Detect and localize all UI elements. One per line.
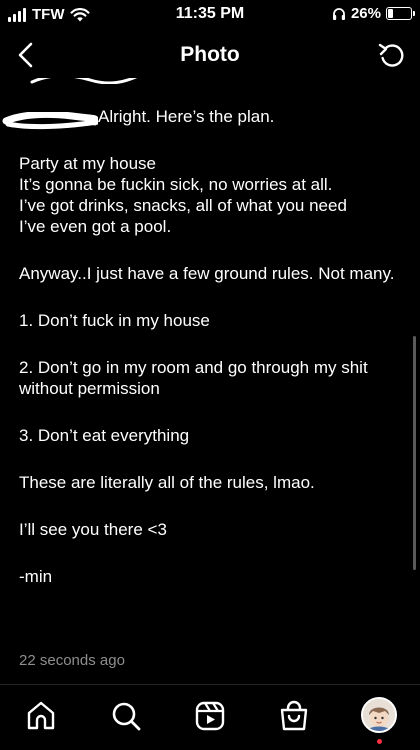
post-line: Party at my house	[19, 154, 157, 173]
battery-percent: 26%	[350, 5, 381, 22]
shop-icon[interactable]	[277, 699, 311, 733]
page-title: Photo	[180, 43, 240, 66]
search-icon[interactable]	[109, 699, 143, 733]
notification-dot	[377, 739, 382, 744]
reels-icon[interactable]	[193, 699, 227, 733]
home-icon[interactable]	[24, 699, 58, 733]
post-spacer	[19, 446, 409, 472]
headphones-icon	[332, 7, 345, 20]
avatar-image	[363, 699, 395, 731]
post-spacer	[19, 399, 409, 425]
post-line: I’ve even got a pool.	[19, 217, 172, 236]
profile-avatar[interactable]	[361, 697, 397, 733]
header: Photo	[0, 32, 420, 78]
redaction-scribble	[30, 78, 138, 84]
post-line: These are literally all of the rules, lm…	[19, 473, 315, 492]
post-line: Alright. Here’s the plan.	[98, 107, 275, 126]
rotate-icon[interactable]	[376, 39, 408, 71]
post-line: 1. Don’t fuck in my house	[19, 311, 210, 330]
scrollbar[interactable]	[413, 336, 416, 570]
post-line: -min	[19, 567, 53, 586]
status-right: 26%	[332, 5, 415, 22]
battery-level	[388, 9, 394, 18]
post-timestamp: 22 seconds ago	[19, 652, 125, 669]
post-spacer	[19, 493, 409, 519]
post-line: 3. Don’t eat everything	[19, 426, 190, 445]
post-line: Anyway..I just have a few ground rules. …	[19, 264, 395, 283]
post-spacer	[19, 331, 409, 357]
post-spacer	[19, 237, 409, 263]
post-text: Alright. Here’s the plan. Party at my ho…	[19, 106, 409, 587]
post-line: 2. Don’t go in my room and go through my…	[19, 358, 368, 398]
status-bar: TFW 11:35 PM 26%	[0, 0, 420, 32]
post-line: It’s gonna be fuckin sick, no worries at…	[19, 175, 333, 194]
battery-icon	[386, 7, 415, 20]
post-spacer	[19, 540, 409, 566]
tab-bar	[0, 684, 420, 750]
photo-view: Alright. Here’s the plan. Party at my ho…	[0, 78, 420, 682]
post-line: I’ll see you there <3	[19, 520, 167, 539]
post-spacer	[19, 127, 409, 153]
post-spacer	[19, 284, 409, 310]
post-line: I’ve got drinks, snacks, all of what you…	[19, 196, 347, 215]
